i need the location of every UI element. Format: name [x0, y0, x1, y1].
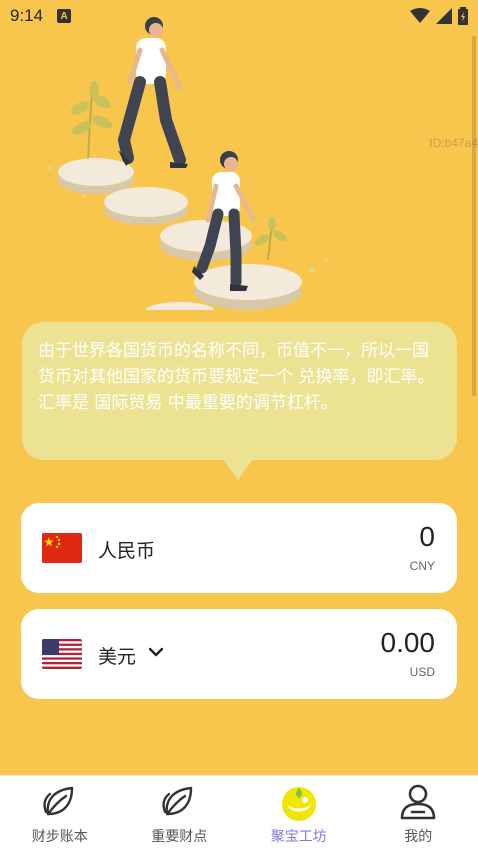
tab-ledger[interactable]: 财步账本: [0, 776, 120, 851]
chevron-down-icon[interactable]: [148, 642, 164, 662]
tab-label: 我的: [404, 829, 433, 845]
tab-key-points[interactable]: 重要财点: [120, 776, 240, 851]
currency-card-cny[interactable]: 人民币 0 CNY: [21, 503, 457, 593]
stones: [58, 158, 302, 310]
leaf-icon: [162, 786, 193, 816]
signal-icon: [436, 8, 452, 24]
tab-workshop[interactable]: 聚宝工坊: [239, 776, 359, 851]
usa-flag-icon: [42, 639, 82, 669]
currency-amount[interactable]: 0.00: [381, 627, 436, 659]
china-flag-icon: [42, 533, 82, 563]
currency-amount[interactable]: 0: [419, 521, 435, 553]
currency-name: 人民币: [98, 540, 156, 562]
watermark: ID:b47a4: [429, 136, 478, 150]
tab-label: 财步账本: [31, 829, 88, 845]
currency-code: USD: [409, 665, 435, 679]
plant-right: [254, 217, 288, 261]
bottom-tab-bar: 财步账本 重要财点 聚宝工坊 我的: [0, 775, 478, 851]
tab-label: 聚宝工坊: [270, 829, 327, 845]
tab-profile[interactable]: 我的: [359, 776, 478, 851]
gold-ingot-icon: [281, 787, 316, 821]
walking-man-top: [117, 17, 188, 168]
battery-icon: [458, 7, 468, 25]
scrollbar[interactable]: [472, 36, 476, 396]
user-icon: [400, 784, 436, 820]
currency-code: CNY: [409, 559, 435, 573]
tab-label: 重要财点: [151, 829, 208, 845]
wifi-icon: [410, 8, 430, 23]
info-text: 由于世界各国货币的名称不同，币值不一，所以一国货币对其他国家的货币要规定一个 兑…: [38, 341, 435, 413]
stepping-stones-illustration: [48, 17, 328, 310]
info-bubble-tail: [222, 458, 254, 480]
status-icons: [410, 7, 468, 25]
plant-left: [70, 81, 113, 161]
info-bubble: 由于世界各国货币的名称不同，币值不一，所以一国货币对其他国家的货币要规定一个 兑…: [22, 322, 457, 460]
currency-name[interactable]: 美元: [98, 642, 136, 669]
currency-card-usd[interactable]: 美元 0.00 USD: [21, 609, 457, 699]
leaf-icon: [43, 786, 73, 816]
